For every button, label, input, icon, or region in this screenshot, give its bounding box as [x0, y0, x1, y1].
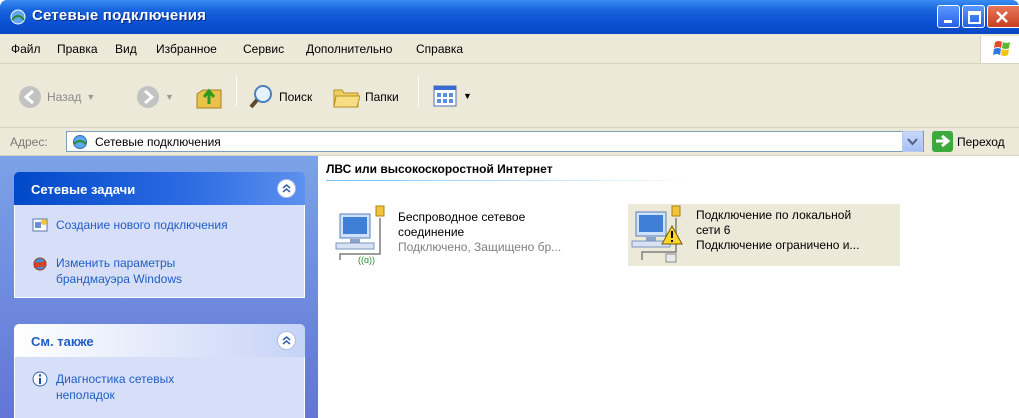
toolbar-separator — [418, 76, 419, 106]
search-button[interactable]: Поиск — [248, 84, 312, 110]
up-folder-icon — [196, 88, 222, 109]
lan-connection-name-line1: Подключение по локальной — [696, 208, 852, 222]
menu-edit[interactable]: Правка — [57, 42, 98, 56]
folders-button[interactable]: Папки — [332, 84, 399, 110]
back-label: Назад — [47, 90, 82, 104]
see-also-title: См. также — [31, 334, 94, 349]
window-title: Сетевые подключения — [32, 7, 207, 24]
menu-help[interactable]: Справка — [416, 42, 463, 56]
menu-favorites[interactable]: Избранное — [156, 42, 217, 56]
forward-button[interactable]: ▼ — [136, 85, 174, 109]
windows-logo — [980, 36, 1019, 63]
lan-connection-name-line2: сети 6 — [696, 223, 731, 237]
search-label: Поиск — [279, 90, 313, 104]
go-button[interactable]: Переход — [932, 131, 1005, 152]
network-tasks-header[interactable]: Сетевые задачи — [14, 172, 305, 205]
collapse-see-also-button[interactable] — [277, 331, 296, 350]
lan-connection-status: Подключение ограничено и... — [696, 238, 860, 252]
network-tasks-body: Создание нового подключения Изменить пар… — [14, 205, 305, 298]
connection-wireless[interactable]: ((ɑ)) Беспроводное сетевое соединение По… — [330, 204, 561, 266]
see-also-body: Диагностика сетевых неполадок — [14, 357, 305, 418]
go-label: Переход — [957, 134, 1005, 149]
firewall-icon — [33, 257, 47, 271]
wireless-connection-icon: ((ɑ)) — [335, 205, 385, 265]
connection-lan-6[interactable]: Подключение по локальной сети 6 Подключе… — [628, 204, 900, 266]
network-connections-icon — [10, 9, 26, 25]
chevron-down-icon — [907, 138, 918, 146]
menu-advanced[interactable]: Дополнительно — [306, 42, 392, 56]
maximize-icon — [968, 11, 981, 24]
menu-file[interactable]: Файл — [11, 42, 41, 56]
title-bar: Сетевые подключения — [0, 0, 1019, 34]
task-firewall-settings-label: Изменить параметры брандмауэра Windows — [56, 256, 182, 286]
wireless-connection-status: Подключено, Защищено бр... — [398, 240, 562, 254]
menu-bar: Файл Правка Вид Избранное Сервис Дополни… — [0, 34, 1019, 64]
go-arrow-icon — [932, 131, 953, 152]
task-pane: Сетевые задачи Создание нового подключен… — [0, 156, 318, 418]
group-divider — [326, 180, 696, 181]
forward-dropdown-icon[interactable]: ▼ — [165, 92, 174, 102]
minimize-button[interactable] — [937, 5, 960, 28]
folders-icon — [333, 89, 360, 108]
svg-text:((ɑ)): ((ɑ)) — [358, 255, 375, 265]
address-bar: Адрес: Сетевые подключения Переход — [0, 128, 1019, 156]
group-title: ЛВС или высокоскоростной Интернет — [326, 162, 553, 176]
address-input[interactable]: Сетевые подключения — [66, 131, 924, 152]
double-chevron-up-icon — [282, 335, 291, 345]
address-dropdown-button[interactable] — [902, 131, 923, 152]
see-also-panel: См. также Диагностика сетевых неполадок — [14, 324, 305, 418]
address-label: Адрес: — [10, 135, 48, 149]
back-dropdown-icon[interactable]: ▼ — [86, 92, 95, 102]
maximize-button[interactable] — [962, 5, 985, 28]
double-chevron-up-icon — [282, 183, 291, 193]
back-button[interactable]: Назад ▼ — [18, 85, 95, 109]
views-button[interactable]: ▼ — [432, 84, 472, 108]
task-diagnostics[interactable]: Диагностика сетевых неполадок — [32, 371, 236, 403]
windows-flag-icon — [993, 41, 1010, 56]
task-diagnostics-label: Диагностика сетевых неполадок — [56, 372, 175, 402]
address-value: Сетевые подключения — [95, 135, 221, 149]
folders-label: Папки — [365, 90, 399, 104]
menu-view[interactable]: Вид — [115, 42, 137, 56]
task-create-connection[interactable]: Создание нового подключения — [32, 217, 236, 233]
info-icon — [32, 371, 48, 387]
collapse-network-tasks-button[interactable] — [277, 179, 296, 198]
up-folder-button[interactable] — [194, 82, 224, 112]
wireless-connection-name-line2: соединение — [398, 225, 465, 239]
lan-connection-warning-icon — [631, 205, 683, 263]
toolbar-separator — [236, 76, 237, 106]
search-icon — [249, 85, 272, 109]
menu-tools[interactable]: Сервис — [243, 42, 284, 56]
close-icon — [996, 11, 1008, 23]
see-also-header[interactable]: См. также — [14, 324, 305, 357]
wireless-connection-name-line1: Беспроводное сетевое — [398, 210, 526, 224]
toolbar: Назад ▼ ▼ Поиск Папки ▼ — [0, 64, 1019, 128]
views-dropdown-icon[interactable]: ▼ — [463, 91, 472, 101]
views-icon — [433, 85, 457, 107]
network-tasks-title: Сетевые задачи — [31, 182, 136, 197]
forward-arrow-icon — [137, 86, 159, 108]
minimize-icon — [944, 20, 952, 23]
back-arrow-icon — [19, 86, 41, 108]
network-connections-icon — [73, 135, 87, 149]
close-button[interactable] — [987, 5, 1019, 28]
task-firewall-settings[interactable]: Изменить параметры брандмауэра Windows — [32, 255, 236, 287]
task-create-connection-label: Создание нового подключения — [56, 218, 228, 232]
new-connection-icon — [32, 218, 48, 232]
network-tasks-panel: Сетевые задачи Создание нового подключен… — [14, 172, 305, 298]
